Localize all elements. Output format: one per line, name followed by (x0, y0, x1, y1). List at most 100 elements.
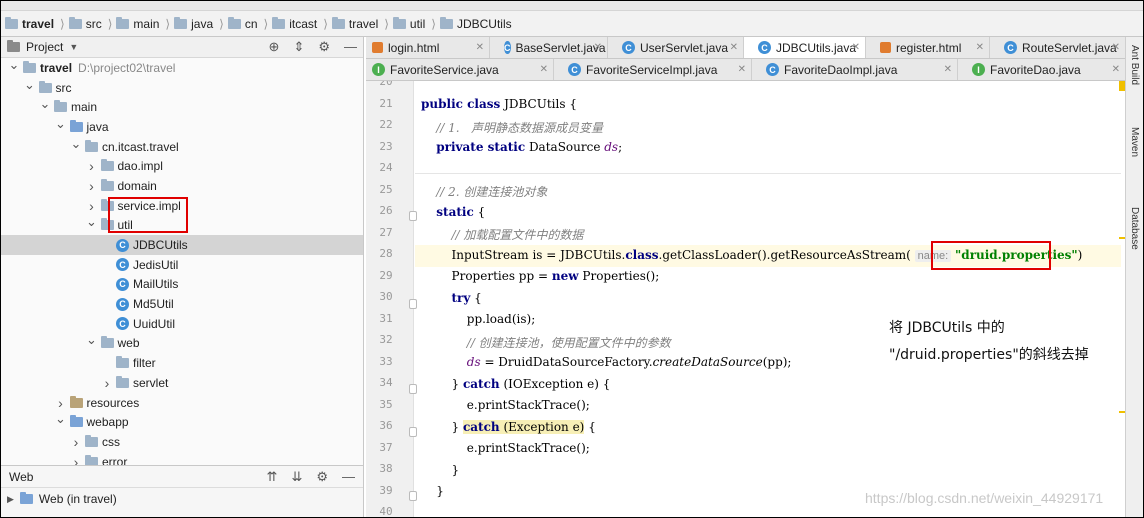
tree-item[interactable]: ⌄ web (1, 332, 363, 354)
chevron-down-icon[interactable]: ⌄ (7, 57, 21, 73)
tree-icon (100, 336, 114, 349)
chevron-down-icon[interactable]: ⌄ (38, 96, 52, 112)
locate-icon[interactable]: ⊕ (269, 39, 280, 55)
close-icon[interactable]: ✕ (594, 42, 602, 53)
tree-item[interactable]: C Md5Util (1, 294, 363, 314)
dropdown-icon[interactable]: ▼ (69, 42, 78, 52)
breadcrumb-item[interactable]: java ⟩ (174, 16, 224, 31)
editor-tabs-row-1: login.html ✕ C BaseServlet.java ✕ C UserServle… (366, 37, 1126, 59)
close-icon[interactable]: ✕ (852, 42, 860, 53)
editor-tab[interactable]: C FavoriteServiceImpl.java ✕ (554, 59, 752, 80)
breadcrumb-item[interactable]: util ⟩ (392, 16, 436, 31)
breadcrumb-label: travel (348, 16, 379, 31)
editor-tab[interactable]: I FavoriteService.java ✕ (366, 59, 554, 80)
tree-item-label: UuidUtil (133, 316, 176, 331)
chevron-right-icon[interactable]: › (69, 454, 83, 465)
breadcrumb-item[interactable]: travel ⟩ (5, 16, 65, 31)
breadcrumb-item[interactable]: cn ⟩ (227, 16, 268, 31)
editor-tab[interactable]: C BaseServlet.java ✕ (490, 37, 608, 58)
tree-item[interactable]: ⌄ src (1, 77, 363, 98)
folder-icon (85, 454, 98, 465)
collapse-all-icon[interactable]: ⇊ (291, 469, 302, 485)
chevron-right-icon[interactable]: › (85, 158, 99, 174)
chevron-right-icon: ⟩ (431, 16, 436, 31)
chevron-right-icon[interactable]: › (85, 198, 99, 214)
expand-all-icon[interactable]: ⇈ (267, 469, 278, 485)
breadcrumb-item[interactable]: JDBCUtils (439, 16, 512, 31)
tree-item[interactable]: C JDBCUtils (1, 235, 363, 255)
close-icon[interactable]: ✕ (1112, 42, 1120, 53)
tree-item[interactable]: ⌄ main (1, 96, 363, 117)
close-icon[interactable]: ✕ (976, 42, 984, 53)
close-icon[interactable]: ✕ (1112, 64, 1120, 75)
tab-label: JDBCUtils.java (776, 40, 857, 55)
chevron-right-icon[interactable]: › (100, 375, 114, 391)
editor-tab[interactable]: C JDBCUtils.java ✕ (744, 37, 866, 58)
tree-item[interactable]: filter (1, 353, 363, 373)
close-icon[interactable]: ✕ (540, 64, 548, 75)
editor-tab[interactable]: I FavoriteDao.java ✕ (958, 59, 1126, 80)
annotation-note: 将 JDBCUtils 中的 "/druid.properties"的斜线去掉 (889, 315, 1089, 369)
chevron-down-icon[interactable]: ⌄ (85, 332, 99, 348)
tree-item[interactable]: › dao.impl (1, 156, 363, 176)
editor-tab[interactable]: C UserServlet.java ✕ (608, 37, 744, 58)
close-icon[interactable]: ✕ (738, 64, 746, 75)
gear-icon[interactable]: ⚙ (318, 39, 330, 55)
tree-item[interactable]: › servlet (1, 373, 363, 393)
collapse-icon[interactable]: ⇕ (293, 39, 304, 55)
fold-marker-icon[interactable] (409, 427, 417, 437)
minimize-icon[interactable]: — (342, 469, 355, 485)
breadcrumb-item[interactable]: main ⟩ (116, 16, 170, 31)
project-title[interactable]: Project (26, 40, 63, 54)
editor-tab[interactable]: C FavoriteDaoImpl.java ✕ (752, 59, 958, 80)
tree-item[interactable]: ⌄ webapp (1, 411, 363, 432)
web-item[interactable]: ▶ Web (in travel) (1, 488, 363, 510)
breadcrumb-label: util (409, 16, 426, 31)
breadcrumb-item[interactable]: travel ⟩ (331, 16, 389, 31)
chevron-down-icon[interactable]: ⌄ (54, 116, 68, 132)
fold-marker-icon[interactable] (409, 491, 417, 501)
editor-tab[interactable]: register.html ✕ (866, 37, 990, 58)
tree-item[interactable]: ⌄ cn.itcast.travel (1, 136, 363, 157)
expand-arrow-icon[interactable]: ▶ (7, 494, 14, 505)
folder-icon (272, 16, 286, 29)
code-line-27: // 加载配置文件中的数据 (421, 228, 584, 242)
code-editor[interactable]: 20 21 22 23 24 25 26 27 28 29 30 31 32 33 34 35 36 37 38 39… (366, 81, 1121, 517)
chevron-right-icon[interactable]: › (69, 434, 83, 450)
chevron-down-icon[interactable]: ⌄ (85, 214, 99, 230)
tree-item[interactable]: C UuidUtil (1, 314, 363, 334)
tree-item[interactable]: › resources (1, 393, 363, 413)
chevron-right-icon[interactable]: › (54, 395, 68, 411)
chevron-down-icon[interactable]: ⌄ (23, 77, 37, 93)
tree-item[interactable]: ⌄ travel D:\project02\travel (1, 57, 363, 78)
tree-item[interactable]: C MailUtils (1, 275, 363, 295)
gear-icon[interactable]: ⚙ (316, 469, 328, 485)
editor-tab[interactable]: login.html ✕ (366, 37, 490, 58)
right-tool-strip: Ant Build Maven Database (1125, 37, 1143, 517)
fold-marker-icon[interactable] (409, 299, 417, 309)
fold-marker-icon[interactable] (409, 211, 417, 221)
line-number: 37 (379, 440, 393, 454)
close-icon[interactable]: ✕ (730, 42, 738, 53)
html-file-icon (880, 42, 891, 53)
tree-item[interactable]: ⌄ java (1, 116, 363, 137)
fold-marker-icon[interactable] (409, 384, 417, 394)
tree-item[interactable]: C JedisUtil (1, 255, 363, 275)
tool-window-tab[interactable]: Ant Build (1129, 45, 1140, 85)
breadcrumb-item[interactable]: src ⟩ (68, 16, 112, 31)
tree-item[interactable]: › css (1, 432, 363, 452)
tree-item[interactable]: › domain (1, 176, 363, 196)
tool-window-tab[interactable]: Maven (1129, 127, 1140, 157)
minimize-icon[interactable]: — (344, 39, 357, 55)
close-icon[interactable]: ✕ (476, 42, 484, 53)
tool-window-tab[interactable]: Database (1129, 207, 1140, 250)
tree-item-label: dao.impl (117, 159, 163, 174)
chevron-down-icon[interactable]: ⌄ (69, 136, 83, 152)
chevron-right-icon[interactable]: › (85, 178, 99, 194)
tree-item[interactable]: › error (1, 452, 363, 465)
tree-item-label: resources (86, 395, 140, 410)
breadcrumb-item[interactable]: itcast ⟩ (272, 16, 328, 31)
close-icon[interactable]: ✕ (944, 64, 952, 75)
editor-tab[interactable]: C RouteServlet.java ✕ (990, 37, 1126, 58)
chevron-down-icon[interactable]: ⌄ (54, 411, 68, 427)
